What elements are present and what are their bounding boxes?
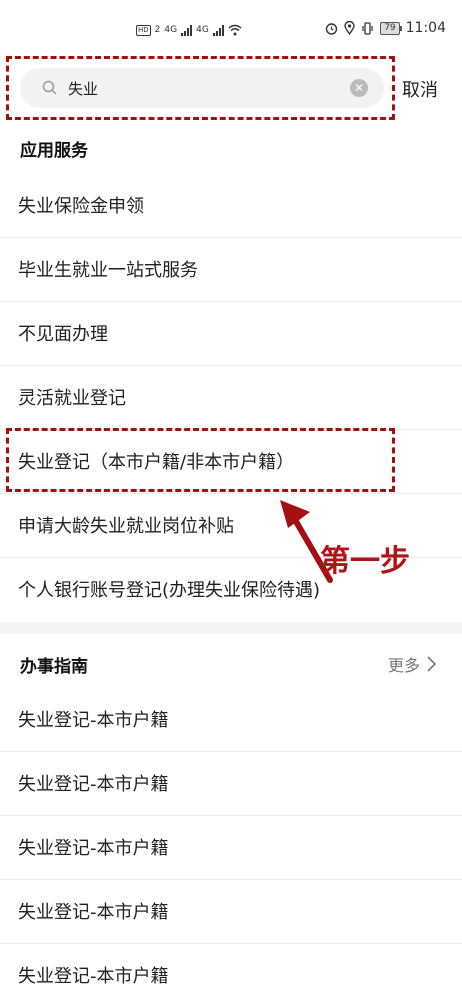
hd-badge: HD	[136, 24, 151, 36]
list-item-label: 失业登记-本市户籍	[18, 710, 169, 731]
list-item[interactable]: 失业保险金申领	[0, 174, 462, 238]
section-title-apps: 应用服务	[20, 141, 88, 161]
chevron-right-icon	[427, 656, 436, 672]
list-item[interactable]: 失业登记-本市户籍	[0, 944, 462, 1000]
list-item[interactable]: 失业登记-本市户籍	[0, 688, 462, 752]
list-item-label: 不见面办理	[18, 324, 108, 345]
location-icon	[344, 21, 355, 35]
network-indicators: HD 2 4G 4G	[136, 24, 242, 36]
status-bar: HD 2 4G 4G 79 11:04	[0, 0, 462, 54]
list-item[interactable]: 灵活就业登记	[0, 366, 462, 430]
list-item-label: 失业登记-本市户籍	[18, 902, 169, 923]
list-item-label: 申请大龄失业就业岗位补贴	[18, 516, 234, 537]
system-indicators: 79 11:04	[325, 20, 446, 36]
network-sub: 2	[154, 25, 161, 35]
list-item[interactable]: 失业登记-本市户籍	[0, 752, 462, 816]
list-item-label: 失业登记-本市户籍	[18, 774, 169, 795]
signal-label-2: 4G	[196, 25, 209, 35]
list-item-label: 失业登记-本市户籍	[18, 966, 169, 987]
more-label: 更多	[387, 656, 420, 675]
item-highlight-box	[6, 428, 395, 492]
list-item[interactable]: 不见面办理	[0, 302, 462, 366]
section-divider	[0, 622, 462, 634]
clock: 11:04	[405, 20, 446, 36]
signal-label-1: 4G	[164, 25, 178, 35]
signal-strength-icon	[212, 24, 224, 36]
search-highlight-box	[6, 56, 395, 120]
battery-icon: 79	[380, 21, 403, 35]
list-item-label: 灵活就业登记	[18, 388, 126, 409]
list-item-label: 失业保险金申领	[18, 196, 144, 217]
alarm-icon	[325, 22, 338, 35]
list-item[interactable]: 失业登记-本市户籍	[0, 880, 462, 944]
signal-strength-icon	[181, 24, 193, 36]
vibrate-icon	[362, 21, 373, 35]
list-item-label: 失业登记-本市户籍	[18, 838, 169, 859]
list-item[interactable]: 失业登记-本市户籍	[0, 816, 462, 880]
section-title-guide: 办事指南	[20, 657, 88, 677]
step-one-label: 第一步	[320, 544, 410, 579]
cancel-button[interactable]: 取消	[402, 76, 438, 102]
wifi-icon	[228, 24, 242, 36]
list-item[interactable]: 毕业生就业一站式服务	[0, 238, 462, 302]
list-item-label: 毕业生就业一站式服务	[18, 260, 198, 281]
more-button[interactable]: 更多	[388, 652, 436, 676]
